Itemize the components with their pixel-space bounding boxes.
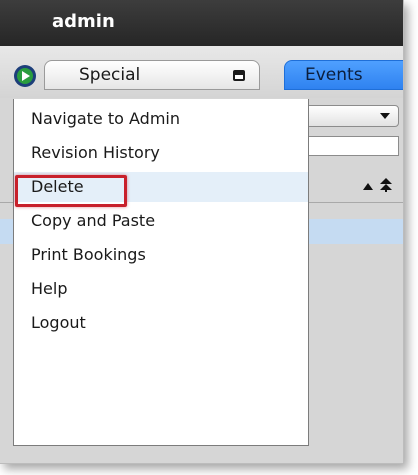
window-title: admin <box>52 11 115 32</box>
window-icon <box>233 70 245 81</box>
filter-select[interactable] <box>295 105 399 127</box>
sort-up-icon[interactable] <box>363 183 373 190</box>
app-logo-icon[interactable] <box>13 64 37 88</box>
menu-item-logout[interactable]: Logout <box>14 308 308 338</box>
menu-item-help[interactable]: Help <box>14 274 308 304</box>
menu-item-navigate-to-admin[interactable]: Navigate to Admin <box>14 104 308 134</box>
filter-input[interactable] <box>298 136 399 156</box>
menu-item-print-bookings[interactable]: Print Bookings <box>14 240 308 270</box>
chevron-down-icon <box>380 113 390 119</box>
delete-highlight-outline <box>15 175 127 207</box>
special-dropdown-menu: Navigate to Admin Revision History Delet… <box>13 99 309 446</box>
tab-events[interactable]: Events <box>284 60 403 90</box>
tab-events-label: Events <box>305 65 363 85</box>
menu-item-revision-history[interactable]: Revision History <box>14 138 308 168</box>
special-menu-button[interactable]: Special <box>44 60 260 90</box>
title-bar: admin <box>0 0 403 46</box>
special-menu-label: Special <box>79 65 141 85</box>
app-window: admin Special Events Navigate to Admin R… <box>0 0 404 464</box>
sort-top-icon[interactable] <box>380 178 392 192</box>
menu-item-copy-and-paste[interactable]: Copy and Paste <box>14 206 308 236</box>
